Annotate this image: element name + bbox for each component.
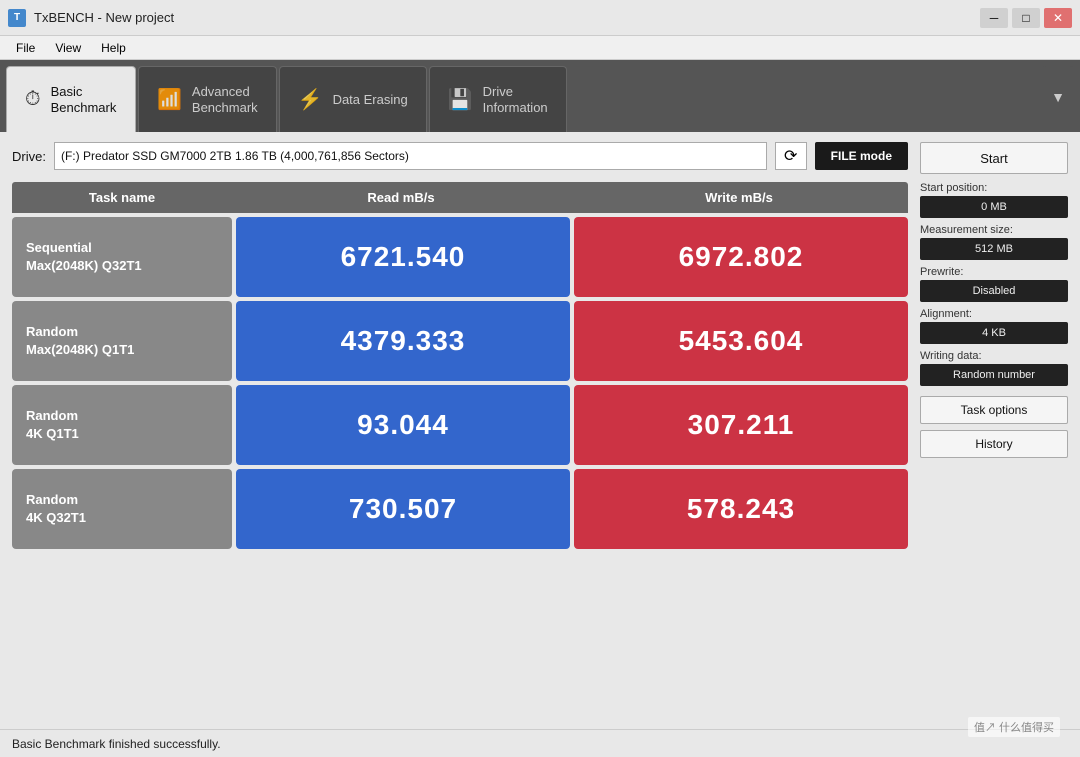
tab-data-erasing[interactable]: ⚡ Data Erasing bbox=[279, 66, 427, 132]
tab-basic-benchmark-label: BasicBenchmark bbox=[51, 84, 117, 115]
start-position-group: Start position: 0 MB bbox=[920, 182, 1068, 218]
bench-rows: SequentialMax(2048K) Q32T1 6721.540 6972… bbox=[12, 217, 908, 549]
read-random-2048-value: 4379.333 bbox=[341, 325, 466, 357]
task-random-4k-q1t1: Random4K Q1T1 bbox=[12, 385, 232, 465]
writing-data-label: Writing data: bbox=[920, 350, 1068, 362]
table-row: Random4K Q1T1 93.044 307.211 bbox=[12, 385, 908, 465]
tab-drive-information[interactable]: 💾 DriveInformation bbox=[429, 66, 567, 132]
status-bar: Basic Benchmark finished successfully. bbox=[0, 729, 1080, 757]
write-random-4k-q1t1-value: 307.211 bbox=[688, 409, 795, 441]
content-area: Drive: (F:) Predator SSD GM7000 2TB 1.86… bbox=[0, 132, 1080, 729]
tab-basic-benchmark[interactable]: ⏱ BasicBenchmark bbox=[6, 66, 136, 132]
bench-header: Task name Read mB/s Write mB/s bbox=[12, 182, 908, 213]
prewrite-label: Prewrite: bbox=[920, 266, 1068, 278]
writing-data-group: Writing data: Random number bbox=[920, 350, 1068, 386]
left-panel: Drive: (F:) Predator SSD GM7000 2TB 1.86… bbox=[12, 142, 908, 729]
menu-bar: File View Help bbox=[0, 36, 1080, 60]
task-random-4k-q32t1-label: Random4K Q32T1 bbox=[26, 491, 86, 527]
read-sequential: 6721.540 bbox=[236, 217, 570, 297]
tab-advanced-benchmark[interactable]: 📶 AdvancedBenchmark bbox=[138, 66, 277, 132]
watermark: 值↗ 什么值得买 bbox=[968, 717, 1060, 737]
write-random-4k-q32t1-value: 578.243 bbox=[687, 493, 795, 525]
task-random-2048: RandomMax(2048K) Q1T1 bbox=[12, 301, 232, 381]
table-row: RandomMax(2048K) Q1T1 4379.333 5453.604 bbox=[12, 301, 908, 381]
maximize-button[interactable]: □ bbox=[1012, 8, 1040, 28]
write-sequential: 6972.802 bbox=[574, 217, 908, 297]
start-button[interactable]: Start bbox=[920, 142, 1068, 174]
alignment-value: 4 KB bbox=[920, 322, 1068, 344]
tab-bar: ⏱ BasicBenchmark 📶 AdvancedBenchmark ⚡ D… bbox=[0, 60, 1080, 132]
writing-data-value: Random number bbox=[920, 364, 1068, 386]
history-button[interactable]: History bbox=[920, 430, 1068, 458]
alignment-label: Alignment: bbox=[920, 308, 1068, 320]
status-text: Basic Benchmark finished successfully. bbox=[12, 737, 221, 751]
drive-refresh-button[interactable]: ⟳ bbox=[775, 142, 807, 170]
right-panel: Start Start position: 0 MB Measurement s… bbox=[920, 142, 1068, 729]
basic-benchmark-icon: ⏱ bbox=[25, 88, 41, 111]
file-mode-button[interactable]: FILE mode bbox=[815, 142, 908, 170]
menu-file[interactable]: File bbox=[8, 39, 43, 57]
tab-data-erasing-label: Data Erasing bbox=[333, 92, 408, 108]
write-random-2048: 5453.604 bbox=[574, 301, 908, 381]
read-random-4k-q1t1: 93.044 bbox=[236, 385, 570, 465]
prewrite-value: Disabled bbox=[920, 280, 1068, 302]
write-random-4k-q1t1: 307.211 bbox=[574, 385, 908, 465]
header-task-name: Task name bbox=[12, 182, 232, 213]
drive-row: Drive: (F:) Predator SSD GM7000 2TB 1.86… bbox=[12, 142, 908, 170]
write-random-2048-value: 5453.604 bbox=[679, 325, 804, 357]
table-row: SequentialMax(2048K) Q32T1 6721.540 6972… bbox=[12, 217, 908, 297]
start-position-value: 0 MB bbox=[920, 196, 1068, 218]
read-sequential-value: 6721.540 bbox=[341, 241, 466, 273]
task-random-2048-label: RandomMax(2048K) Q1T1 bbox=[26, 323, 134, 359]
minimize-button[interactable]: ─ bbox=[980, 8, 1008, 28]
title-bar-left: T TxBENCH - New project bbox=[8, 9, 174, 27]
task-random-4k-q32t1: Random4K Q32T1 bbox=[12, 469, 232, 549]
refresh-icon: ⟳ bbox=[784, 146, 797, 166]
read-random-2048: 4379.333 bbox=[236, 301, 570, 381]
tab-advanced-benchmark-label: AdvancedBenchmark bbox=[192, 84, 258, 115]
read-random-4k-q32t1-value: 730.507 bbox=[349, 493, 457, 525]
tab-dropdown-button[interactable]: ▼ bbox=[1042, 66, 1074, 132]
main-window: T TxBENCH - New project ─ □ ✕ File View … bbox=[0, 0, 1080, 757]
read-random-4k-q32t1: 730.507 bbox=[236, 469, 570, 549]
drive-label: Drive: bbox=[12, 149, 46, 164]
alignment-group: Alignment: 4 KB bbox=[920, 308, 1068, 344]
write-random-4k-q32t1: 578.243 bbox=[574, 469, 908, 549]
measurement-size-value: 512 MB bbox=[920, 238, 1068, 260]
measurement-size-group: Measurement size: 512 MB bbox=[920, 224, 1068, 260]
task-random-4k-q1t1-label: Random4K Q1T1 bbox=[26, 407, 79, 443]
drive-select[interactable]: (F:) Predator SSD GM7000 2TB 1.86 TB (4,… bbox=[54, 142, 767, 170]
header-read: Read mB/s bbox=[232, 182, 570, 213]
data-erasing-icon: ⚡ bbox=[298, 87, 323, 112]
write-sequential-value: 6972.802 bbox=[679, 241, 804, 273]
header-write: Write mB/s bbox=[570, 182, 908, 213]
prewrite-group: Prewrite: Disabled bbox=[920, 266, 1068, 302]
title-bar: T TxBENCH - New project ─ □ ✕ bbox=[0, 0, 1080, 36]
menu-view[interactable]: View bbox=[47, 39, 89, 57]
table-row: Random4K Q32T1 730.507 578.243 bbox=[12, 469, 908, 549]
task-sequential: SequentialMax(2048K) Q32T1 bbox=[12, 217, 232, 297]
menu-help[interactable]: Help bbox=[93, 39, 134, 57]
window-title: TxBENCH - New project bbox=[34, 10, 174, 25]
drive-information-icon: 💾 bbox=[448, 87, 473, 112]
close-button[interactable]: ✕ bbox=[1044, 8, 1072, 28]
advanced-benchmark-icon: 📶 bbox=[157, 87, 182, 112]
task-options-button[interactable]: Task options bbox=[920, 396, 1068, 424]
tab-drive-information-label: DriveInformation bbox=[483, 84, 548, 115]
app-icon: T bbox=[8, 9, 26, 27]
measurement-size-label: Measurement size: bbox=[920, 224, 1068, 236]
start-position-label: Start position: bbox=[920, 182, 1068, 194]
task-sequential-label: SequentialMax(2048K) Q32T1 bbox=[26, 239, 142, 275]
read-random-4k-q1t1-value: 93.044 bbox=[357, 409, 449, 441]
title-controls: ─ □ ✕ bbox=[980, 8, 1072, 28]
